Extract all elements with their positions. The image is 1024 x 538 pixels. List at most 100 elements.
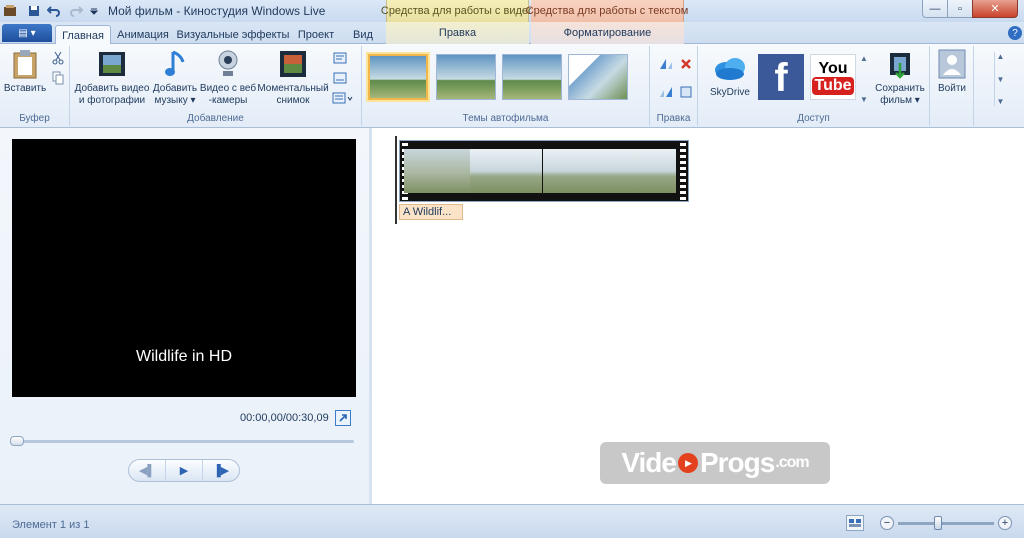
cut-icon[interactable]	[50, 50, 66, 66]
share-gallery-scroll[interactable]: ▲ ▼	[860, 54, 870, 104]
theme-fade[interactable]	[502, 54, 562, 100]
save-movie-icon	[884, 48, 916, 80]
group-label-themes: Темы автофильма	[462, 113, 549, 124]
paste-button[interactable]: Вставить	[4, 48, 46, 95]
seek-bar[interactable]	[10, 436, 354, 446]
save-movie-button[interactable]: Сохранить фильм ▾	[872, 48, 928, 107]
group-edit: Правка	[650, 46, 698, 126]
gallery-up-icon[interactable]: ▲	[997, 52, 1005, 61]
theme-contemporary[interactable]	[436, 54, 496, 100]
watermark-part1: Vide	[621, 447, 677, 478]
ribbon-tabs: ▤ ▾ Главная Анимация Визуальные эффекты …	[0, 22, 1024, 45]
share-down-icon[interactable]: ▼	[860, 95, 870, 104]
group-label-add: Добавление	[187, 113, 244, 124]
add-video-label-1: Добавить видео	[74, 83, 150, 94]
group-label-edit: Правка	[656, 113, 691, 124]
app-menu-button[interactable]: ▤ ▾	[2, 24, 52, 42]
theme-pan-zoom[interactable]	[568, 54, 628, 100]
watermark-part3: .com	[775, 454, 809, 471]
gallery-more-icon[interactable]: ▼	[997, 97, 1005, 106]
next-frame-button[interactable]: ▐▶	[203, 460, 239, 481]
share-up-icon[interactable]: ▲	[860, 54, 870, 63]
user-icon	[936, 48, 968, 80]
zoom-slider-thumb[interactable]	[934, 516, 943, 530]
tab-animation[interactable]: Анимация	[114, 25, 172, 44]
skydrive-button[interactable]: SkyDrive	[704, 52, 756, 99]
seek-thumb[interactable]	[10, 436, 24, 446]
add-video-label-2: и фотографии	[78, 95, 146, 106]
previous-frame-button[interactable]: ◀▌	[129, 460, 165, 481]
redo-icon[interactable]	[68, 3, 84, 19]
facebook-button[interactable]: f	[758, 54, 804, 100]
maximize-button[interactable]: ▫	[947, 0, 973, 18]
app-icon[interactable]	[2, 3, 18, 19]
ribbon: Вставить Буфер Добавить видео и фотограф…	[0, 44, 1024, 128]
add-caption-icon[interactable]	[332, 70, 348, 86]
music-note-icon	[159, 48, 191, 80]
tab-edit[interactable]: Правка	[386, 22, 529, 44]
tab-visual-effects[interactable]: Визуальные эффекты	[177, 25, 290, 44]
add-title-icon[interactable]	[332, 50, 348, 66]
theme-default[interactable]	[368, 54, 428, 100]
signin-label: Войти	[938, 83, 966, 94]
fullscreen-preview-button[interactable]	[335, 410, 351, 426]
select-all-icon[interactable]	[678, 84, 694, 100]
snapshot-button[interactable]: Моментальный снимок	[257, 48, 329, 107]
snapshot-label-2: снимок	[276, 95, 310, 106]
movie-maker-window: Мой фильм - Киностудия Windows Live Сред…	[0, 0, 1024, 538]
group-signin: Войти	[930, 46, 974, 126]
save-icon[interactable]	[26, 3, 42, 19]
video-preview[interactable]: Wildlife in HD	[12, 139, 356, 397]
group-autofilm-themes: ▲ ▼ ▼ Темы автофильма	[362, 46, 1004, 126]
group-add: Добавить видео и фотографии Добавить муз…	[70, 46, 362, 126]
play-button[interactable]: ▶	[165, 460, 203, 481]
signin-button[interactable]: Войти	[934, 48, 970, 95]
expand-icon	[339, 414, 347, 422]
video-clip[interactable]	[399, 140, 689, 202]
youtube-label-bottom: Tube	[812, 76, 854, 95]
add-music-label-1: Добавить	[152, 83, 198, 94]
tab-format[interactable]: Форматирование	[531, 22, 684, 44]
webcam-video-button[interactable]: Видео с веб -камеры	[198, 48, 258, 107]
help-icon[interactable]: ?	[1008, 26, 1022, 40]
add-credits-icon[interactable]	[332, 90, 354, 106]
watermark-logo: Vide ▶ Progs .com	[600, 442, 830, 484]
rotate-right-icon[interactable]	[658, 84, 674, 100]
gallery-down-icon[interactable]: ▼	[997, 75, 1005, 84]
rotate-left-icon[interactable]	[658, 56, 674, 72]
theme-gallery-scroll[interactable]: ▲ ▼ ▼	[994, 52, 1006, 106]
video-caption: Wildlife in HD	[135, 348, 232, 365]
tab-view[interactable]: Вид	[345, 25, 381, 44]
webcam-label-1: Видео с веб	[199, 83, 257, 94]
add-music-label-2: музыку ▾	[154, 95, 196, 106]
playhead[interactable]	[395, 136, 397, 224]
thumbnail-size-icon[interactable]	[846, 515, 864, 531]
status-bar: Элемент 1 из 1 − +	[0, 504, 1024, 538]
minimize-button[interactable]: —	[922, 0, 948, 18]
webcam-icon	[212, 48, 244, 80]
clip-caption-label[interactable]: A Wildlif...	[399, 204, 463, 220]
skydrive-icon	[705, 52, 755, 84]
copy-icon[interactable]	[50, 70, 66, 86]
youtube-button[interactable]: You Tube	[810, 54, 856, 100]
window-title: Мой фильм - Киностудия Windows Live	[108, 4, 326, 18]
snapshot-label-1: Моментальный	[257, 83, 329, 94]
zoom-out-button[interactable]: −	[880, 516, 894, 530]
add-video-button[interactable]: Добавить видео и фотографии	[74, 48, 150, 107]
remove-icon[interactable]	[678, 56, 694, 72]
timecode: 00:00,00/00:30,09	[240, 412, 329, 424]
save-movie-label-2: фильм ▾	[880, 95, 920, 106]
playback-controls: ◀▌ ▶ ▐▶	[128, 459, 240, 482]
add-music-button[interactable]: Добавить музыку ▾	[152, 48, 198, 107]
customize-toolbar-icon[interactable]	[86, 3, 102, 19]
zoom-slider[interactable]	[898, 516, 994, 530]
tab-home[interactable]: Главная	[55, 25, 111, 45]
clip-frame	[470, 149, 542, 193]
tab-project[interactable]: Проект	[292, 25, 340, 44]
clipboard-icon	[9, 48, 41, 80]
zoom-in-button[interactable]: +	[998, 516, 1012, 530]
undo-icon[interactable]	[46, 3, 62, 19]
close-button[interactable]: ✕	[972, 0, 1018, 18]
title-bar: Мой фильм - Киностудия Windows Live Сред…	[0, 0, 1024, 22]
clip-frame	[543, 149, 615, 193]
